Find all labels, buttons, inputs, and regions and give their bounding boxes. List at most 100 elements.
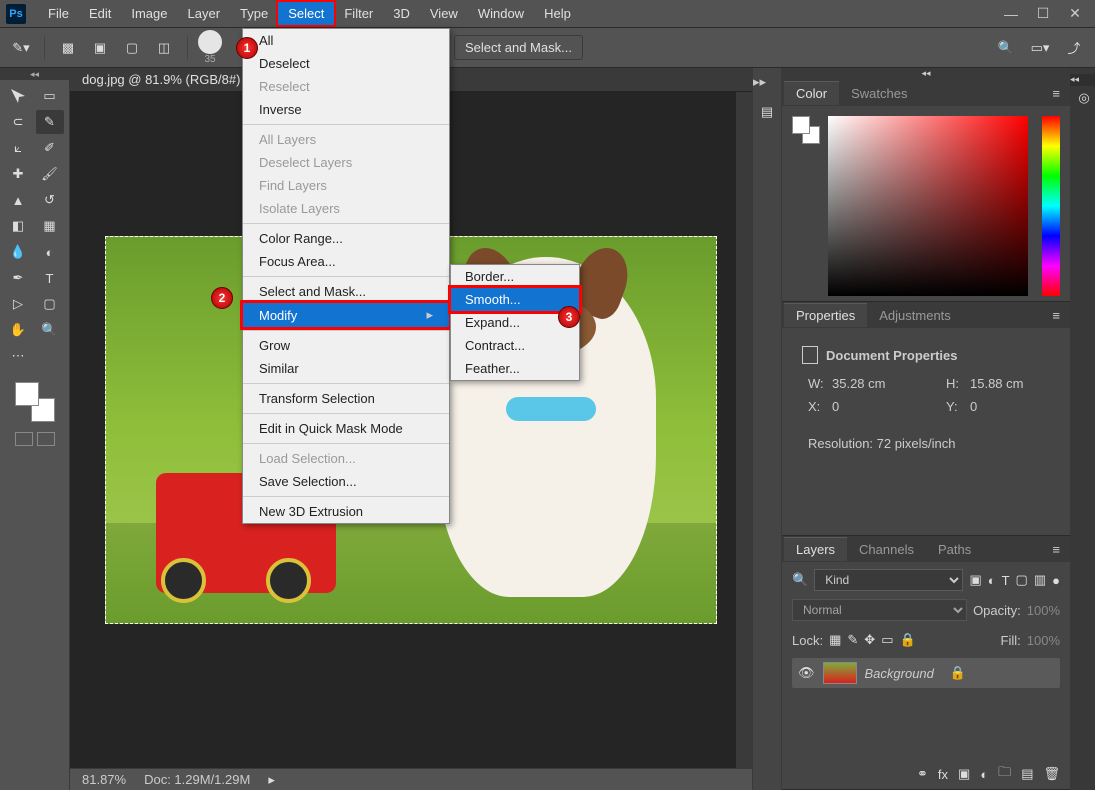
brush-tool[interactable]: 🖌 bbox=[36, 162, 64, 186]
visibility-icon[interactable]: 👁 bbox=[798, 665, 815, 681]
menu-window[interactable]: Window bbox=[468, 2, 534, 25]
blur-tool[interactable]: 💧 bbox=[4, 240, 32, 264]
menu-filter[interactable]: Filter bbox=[334, 2, 383, 25]
toolbox-expand-tab[interactable]: ◂◂ bbox=[0, 68, 69, 80]
opacity-value[interactable]: 100% bbox=[1027, 603, 1060, 618]
submenu-item-border-[interactable]: Border... bbox=[451, 265, 579, 288]
brush-preview[interactable] bbox=[198, 30, 222, 54]
menu-3d[interactable]: 3D bbox=[383, 2, 420, 25]
adjustments-tab[interactable]: Adjustments bbox=[867, 304, 963, 327]
menu-item-all[interactable]: All bbox=[243, 29, 449, 52]
color-tab[interactable]: Color bbox=[784, 81, 839, 105]
eyedropper-tool[interactable]: ✐ bbox=[36, 136, 64, 160]
search-icon[interactable]: 🔍 bbox=[993, 35, 1019, 61]
layer-style-icon[interactable]: fx bbox=[938, 767, 948, 782]
menu-item-deselect[interactable]: Deselect bbox=[243, 52, 449, 75]
submenu-item-contract-[interactable]: Contract... bbox=[451, 334, 579, 357]
subtract-selection-icon[interactable]: ▢ bbox=[119, 35, 145, 61]
submenu-item-feather-[interactable]: Feather... bbox=[451, 357, 579, 380]
new-layer-icon[interactable]: ▤ bbox=[1021, 766, 1033, 782]
artboard-tool[interactable]: ▭ bbox=[36, 84, 64, 108]
quick-selection-tool[interactable]: ✎ bbox=[36, 110, 64, 134]
layers-panel-menu-icon[interactable]: ≡ bbox=[1044, 542, 1068, 557]
mask-mode-icon[interactable] bbox=[37, 432, 55, 446]
lasso-tool[interactable]: ⊂ bbox=[4, 110, 32, 134]
menu-item-similar[interactable]: Similar bbox=[243, 357, 449, 380]
workspace-icon[interactable]: ▭▾ bbox=[1027, 35, 1053, 61]
type-tool[interactable]: T bbox=[36, 266, 64, 290]
add-selection-icon[interactable]: ▣ bbox=[87, 35, 113, 61]
tool-preset-icon[interactable]: ✎▾ bbox=[8, 35, 34, 61]
menu-item-grow[interactable]: Grow bbox=[243, 334, 449, 357]
cc-expand-tab[interactable]: ◂◂ bbox=[1070, 74, 1095, 86]
doc-size[interactable]: Doc: 1.29M/1.29M bbox=[144, 772, 250, 787]
swatches-tab[interactable]: Swatches bbox=[839, 82, 919, 105]
properties-panel-menu-icon[interactable]: ≡ bbox=[1044, 308, 1068, 323]
healing-tool[interactable]: ✚ bbox=[4, 162, 32, 186]
filter-type-icon[interactable]: T bbox=[1002, 573, 1010, 588]
lock-paint-icon[interactable]: ✎ bbox=[847, 632, 858, 648]
adjustment-layer-icon[interactable]: ◐ bbox=[980, 767, 988, 782]
history-brush-tool[interactable]: ↺ bbox=[36, 188, 64, 212]
layer-mask-icon[interactable]: ▣ bbox=[958, 766, 970, 782]
color-hue-slider[interactable] bbox=[1042, 116, 1060, 296]
standard-mode-icon[interactable] bbox=[15, 432, 33, 446]
menu-image[interactable]: Image bbox=[121, 2, 177, 25]
link-layers-icon[interactable]: ⚭ bbox=[917, 766, 928, 782]
move-tool[interactable] bbox=[4, 84, 32, 108]
minimize-button[interactable]: — bbox=[997, 4, 1025, 24]
vertical-scrollbar[interactable] bbox=[736, 92, 752, 768]
cc-libraries-icon[interactable]: ◎ bbox=[1070, 86, 1095, 110]
menu-item-select-and-mask-[interactable]: Select and Mask... bbox=[243, 280, 449, 303]
layers-tab[interactable]: Layers bbox=[784, 537, 847, 561]
menu-help[interactable]: Help bbox=[534, 2, 581, 25]
paths-tab[interactable]: Paths bbox=[926, 538, 983, 561]
filter-image-icon[interactable]: ▣ bbox=[969, 572, 981, 588]
gradient-tool[interactable]: ▦ bbox=[36, 214, 64, 238]
zoom-tool[interactable]: 🔍 bbox=[36, 318, 64, 342]
lock-all-icon[interactable]: 🔒 bbox=[899, 632, 915, 648]
properties-tab[interactable]: Properties bbox=[784, 303, 867, 327]
filter-adjust-icon[interactable]: ◐ bbox=[988, 573, 996, 588]
delete-layer-icon[interactable]: 🗑 bbox=[1043, 766, 1060, 782]
menu-view[interactable]: View bbox=[420, 2, 468, 25]
menu-item-inverse[interactable]: Inverse bbox=[243, 98, 449, 121]
filter-toggle-icon[interactable]: ● bbox=[1052, 573, 1060, 588]
new-selection-icon[interactable]: ▩ bbox=[55, 35, 81, 61]
submenu-item-smooth-[interactable]: Smooth... bbox=[451, 288, 579, 311]
history-panel-icon[interactable]: ▤ bbox=[753, 100, 781, 124]
share-icon[interactable]: ⤴ bbox=[1061, 35, 1087, 61]
menu-select[interactable]: Select bbox=[278, 2, 334, 25]
dock-expand-tab[interactable]: ▸▸ bbox=[753, 74, 781, 90]
close-button[interactable]: ✕ bbox=[1061, 4, 1089, 24]
eraser-tool[interactable]: ◧ bbox=[4, 214, 32, 238]
color-saturation-field[interactable] bbox=[828, 116, 1028, 296]
lock-artboard-icon[interactable]: ▭ bbox=[881, 632, 893, 648]
crop-tool[interactable]: ⟀ bbox=[4, 136, 32, 160]
filter-shape-icon[interactable]: ▢ bbox=[1016, 572, 1028, 588]
layer-filter-select[interactable]: Kind bbox=[814, 569, 963, 591]
foreground-background-colors[interactable] bbox=[15, 382, 55, 422]
menu-item-modify[interactable]: Modify▸ bbox=[243, 303, 449, 327]
lock-transparency-icon[interactable]: ▦ bbox=[829, 632, 841, 648]
menu-item-focus-area-[interactable]: Focus Area... bbox=[243, 250, 449, 273]
stamp-tool[interactable]: ▲ bbox=[4, 188, 32, 212]
edit-toolbar[interactable]: ⋯ bbox=[4, 344, 32, 368]
menu-item-edit-in-quick-mask-mode[interactable]: Edit in Quick Mask Mode bbox=[243, 417, 449, 440]
color-fgbg[interactable] bbox=[792, 116, 820, 144]
hand-tool[interactable]: ✋ bbox=[4, 318, 32, 342]
menu-item-new-3d-extrusion[interactable]: New 3D Extrusion bbox=[243, 500, 449, 523]
lock-position-icon[interactable]: ✥ bbox=[864, 632, 875, 648]
zoom-level[interactable]: 81.87% bbox=[82, 772, 126, 787]
fill-value[interactable]: 100% bbox=[1027, 633, 1060, 648]
intersect-selection-icon[interactable]: ◫ bbox=[151, 35, 177, 61]
layer-group-icon[interactable]: 🗀 bbox=[998, 763, 1011, 785]
menu-item-transform-selection[interactable]: Transform Selection bbox=[243, 387, 449, 410]
maximize-button[interactable]: ☐ bbox=[1029, 4, 1057, 24]
channels-tab[interactable]: Channels bbox=[847, 538, 926, 561]
menu-layer[interactable]: Layer bbox=[178, 2, 231, 25]
layer-background[interactable]: 👁 Background 🔒 bbox=[792, 658, 1060, 688]
menu-edit[interactable]: Edit bbox=[79, 2, 121, 25]
dodge-tool[interactable]: ◐ bbox=[36, 240, 64, 264]
pen-tool[interactable]: ✒ bbox=[4, 266, 32, 290]
